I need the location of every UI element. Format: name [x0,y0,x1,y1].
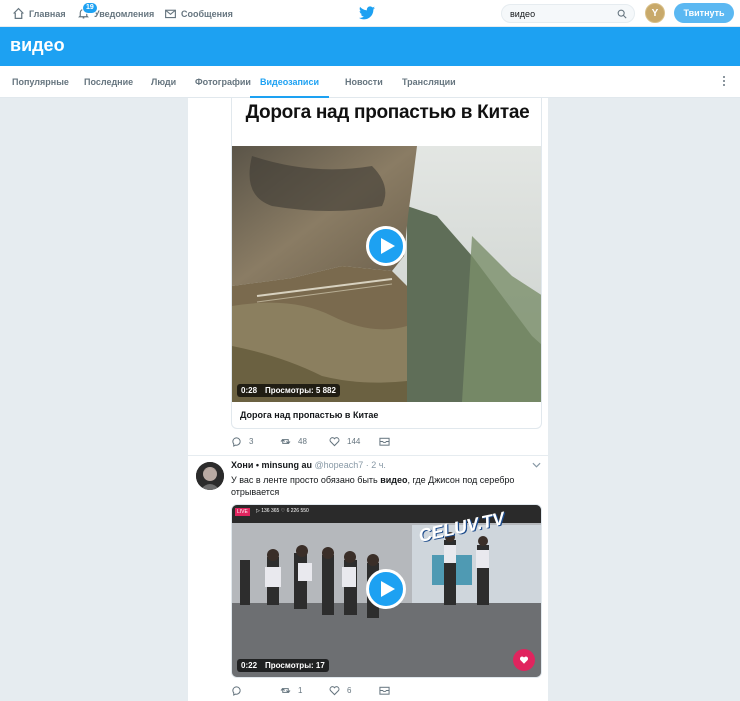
video-duration: 0:22 [241,661,258,670]
tab-photos[interactable]: Фотографии [195,66,251,98]
live-stats: ▷ 136 365 ♡ 6 226 550 [256,508,309,514]
page-title: видео [10,35,65,55]
twitter-bird-icon[interactable] [359,6,375,20]
like-button[interactable]: 144 [329,436,360,447]
video-meta: 0:28 Просмотры: 5 882 [237,384,340,397]
search-input[interactable] [502,5,612,22]
envelope-icon [379,686,390,695]
tab-videos[interactable]: Видеозаписи [250,66,329,98]
play-button[interactable] [366,569,406,609]
video-views: Просмотры: 17 [265,661,325,670]
chevron-down-icon[interactable] [532,462,541,468]
message-button[interactable] [379,685,390,696]
envelope-icon [165,9,176,19]
user-avatar[interactable]: Y [645,3,665,23]
like-button[interactable]: 6 [329,685,351,696]
nav-messages[interactable]: Сообщения [164,0,233,27]
home-icon [13,7,24,19]
video-thumbnail[interactable]: 0:28 Просмотры: 5 882 [232,146,541,402]
hand-heart-icon [519,656,529,664]
nav-messages-label: Сообщения [181,8,233,19]
reply-count: 3 [249,437,254,446]
tab-broadcasts[interactable]: Трансляции [402,66,456,98]
retweet-button[interactable]: 1 [280,685,302,696]
card-caption: Дорога над пропастью в Китае [240,410,379,420]
video-meta: 0:22 Просмотры: 17 [237,659,329,672]
top-navigation: Главная 19 Уведомления Сообщения Y Твитн… [0,0,740,27]
video-views: Просмотры: 5 882 [265,386,336,395]
tweet-text-highlight: видео [380,475,408,485]
tab-news[interactable]: Новости [345,66,383,98]
reply-icon [232,437,241,447]
search-box[interactable] [501,4,635,23]
author-handle[interactable]: @hopeach7 [315,460,364,470]
search-tabs: Популярные Последние Люди Фотографии Вид… [0,66,740,98]
retweet-count: 48 [298,437,307,446]
video-duration: 0:28 [241,386,258,395]
like-count: 144 [347,437,361,446]
tweet-time[interactable]: · 2 ч. [366,460,386,470]
reply-button[interactable] [231,685,249,696]
tweet-header: Хони • minsung au @hopeach7 · 2 ч. [231,460,386,470]
author-name[interactable]: Хони • minsung au [231,460,312,470]
tweet-text-start: У вас в ленте просто обязано быть [231,475,381,485]
retweet-count: 1 [298,686,303,695]
play-icon [380,581,395,597]
tweet-actions: 3 48 144 [231,436,542,450]
play-button[interactable] [366,226,406,266]
nav-home-label: Главная [29,8,66,19]
live-tag: LIVE [235,508,250,516]
tab-people[interactable]: Люди [151,66,176,98]
retweet-icon [280,438,291,445]
retweet-icon [280,687,291,694]
user-avatar-letter: Y [651,7,659,19]
tweet-button[interactable]: Твитнуть [674,3,734,23]
play-icon [380,238,395,254]
tab-latest[interactable]: Последние [84,66,133,98]
tweet-divider [188,455,550,456]
tweet-actions: 1 6 [231,685,542,699]
retweet-button[interactable]: 48 [280,436,307,447]
envelope-icon [379,437,390,446]
message-button[interactable] [379,436,390,447]
tab-popular[interactable]: Популярные [12,66,69,98]
live-heart-button[interactable] [513,649,535,671]
search-icon[interactable] [617,9,627,19]
search-header: видео [0,27,740,66]
nav-notifications[interactable]: 19 Уведомления [77,0,154,27]
nav-notifications-label: Уведомления [94,8,155,19]
card-heading: Дорога над пропастью в Китае [245,102,530,123]
cliff-road-image [232,146,541,402]
tweet-text: У вас в ленте просто обязано быть видео,… [231,474,531,498]
notifications-count-badge: 19 [82,2,98,14]
timeline: Дорога над пропастью в Китае 0:28 Просмо… [187,98,550,701]
more-options-icon[interactable] [721,75,727,89]
heart-icon [329,437,340,447]
reply-icon [232,686,241,696]
video-thumbnail[interactable]: LIVE ▷ 136 365 ♡ 6 226 550 CELUV.TV 0:22… [231,504,542,678]
like-count: 6 [347,686,352,695]
avatar-image [196,462,224,490]
avatar[interactable] [196,462,224,490]
reply-button[interactable]: 3 [231,436,253,447]
nav-home[interactable]: Главная [12,0,66,27]
heart-icon [329,686,340,696]
video-card[interactable]: Дорога над пропастью в Китае 0:28 Просмо… [231,98,542,429]
